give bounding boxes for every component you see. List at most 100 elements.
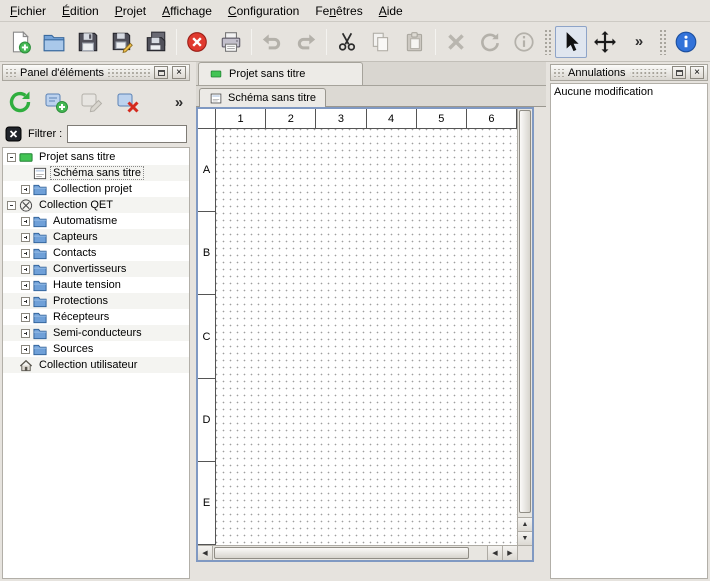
expander-box (21, 265, 30, 274)
float-panel-button[interactable] (154, 66, 168, 79)
expander-plus[interactable] (19, 281, 32, 290)
delete-button[interactable] (440, 26, 472, 58)
filter-input[interactable] (67, 125, 187, 143)
save-all-button[interactable] (140, 26, 172, 58)
cut-button[interactable] (331, 26, 363, 58)
expander-plus[interactable] (19, 249, 32, 258)
toolbar-overflow-button[interactable]: » (623, 26, 655, 58)
rotate-button[interactable] (474, 26, 506, 58)
tree-item-capteurs[interactable]: Capteurs (3, 229, 189, 245)
scroll-left-button[interactable]: ◀ (198, 546, 213, 560)
panel-overflow-button[interactable]: » (170, 86, 188, 118)
expander-plus[interactable] (19, 233, 32, 242)
tab-project[interactable]: Projet sans titre (198, 62, 363, 85)
schema-canvas[interactable] (216, 129, 517, 545)
folder-blue-icon (32, 310, 48, 325)
expander-plus[interactable] (19, 217, 32, 226)
toolbar-grip[interactable] (544, 29, 551, 55)
horizontal-scrollbar-thumb[interactable] (214, 547, 469, 559)
scroll-down-button[interactable]: ▼ (518, 531, 532, 545)
print-button[interactable] (215, 26, 247, 58)
expander-plus[interactable] (19, 297, 32, 306)
clear-filter-button[interactable] (5, 125, 23, 143)
expander-box (7, 201, 16, 210)
horizontal-scrollbar[interactable]: ◀ ◀ ▶ (198, 545, 517, 560)
vertical-scrollbar-thumb[interactable] (519, 110, 531, 513)
dock-grip[interactable] (108, 69, 150, 77)
tree-item-automatisme[interactable]: Automatisme (3, 213, 189, 229)
tree-item-schema-sans-titre[interactable]: Schéma sans titre (3, 165, 189, 181)
column-ruler: 123456 (216, 109, 517, 129)
element-info-button[interactable] (508, 26, 540, 58)
tree-item-haute-tension[interactable]: Haute tension (3, 277, 189, 293)
pan-mode-button[interactable] (589, 26, 621, 58)
undo-panel: Annulations × Aucune modification (548, 62, 710, 581)
expander-box (21, 217, 30, 226)
tree-item-projet-sans-titre[interactable]: Projet sans titre (3, 149, 189, 165)
tree-item-contacts[interactable]: Contacts (3, 245, 189, 261)
edit-element-button[interactable] (76, 86, 108, 118)
menu-item-projet[interactable]: Projet (107, 1, 154, 21)
scroll-right-button[interactable]: ▶ (502, 546, 517, 560)
folder-blue-icon (32, 182, 48, 197)
menu-item-aide[interactable]: Aide (371, 1, 411, 21)
redo-button[interactable] (290, 26, 322, 58)
vertical-scrollbar[interactable]: ▲ ▼ (517, 109, 532, 545)
tree-item-sources[interactable]: Sources (3, 341, 189, 357)
dock-grip[interactable] (630, 69, 669, 77)
tree-item-collection-qet[interactable]: Collection QET (3, 197, 189, 213)
copy-button[interactable] (365, 26, 397, 58)
folder-blue-icon (32, 230, 48, 245)
undo-panel-title: Annulations (568, 67, 626, 79)
expander-plus[interactable] (19, 345, 32, 354)
toolbar-group (4, 26, 172, 58)
expander-box (21, 281, 30, 290)
menu-item-affichage[interactable]: Affichage (154, 1, 220, 21)
scrollbar-corner (517, 545, 532, 560)
tree-item-collection-utilisateur[interactable]: Collection utilisateur (3, 357, 189, 373)
tree-item-semi-conducteurs[interactable]: Semi-conducteurs (3, 325, 189, 341)
menu-item-edition[interactable]: Édition (54, 1, 107, 21)
menu-item-fichier[interactable]: Fichier (2, 1, 54, 21)
tree-item-collection-projet[interactable]: Collection projet (3, 181, 189, 197)
expander-plus[interactable] (19, 185, 32, 194)
expander-plus[interactable] (19, 313, 32, 322)
select-mode-button[interactable] (555, 26, 587, 58)
undo-history-list[interactable]: Aucune modification (550, 83, 708, 579)
project-tab-label: Projet sans titre (229, 68, 305, 80)
menu-item-fenetres[interactable]: Fenêtres (307, 1, 370, 21)
tab-schema[interactable]: Schéma sans titre (199, 88, 326, 107)
expander-minus[interactable] (5, 201, 18, 210)
toolbar-grip[interactable] (659, 29, 666, 55)
expander-box (21, 329, 30, 338)
reload-collections-button[interactable] (4, 86, 36, 118)
close-file-button[interactable] (181, 26, 213, 58)
scroll-left-button-2[interactable]: ◀ (487, 546, 502, 560)
dock-grip[interactable] (554, 69, 564, 77)
toolbar-group (256, 26, 322, 58)
open-project-button[interactable] (38, 26, 70, 58)
elements-panel-header: Panel d'éléments × (2, 64, 190, 81)
undo-button[interactable] (256, 26, 288, 58)
close-panel-button[interactable]: × (172, 66, 186, 79)
float-panel-button[interactable] (672, 66, 686, 79)
save-as-button[interactable] (106, 26, 138, 58)
tree-item-convertisseurs[interactable]: Convertisseurs (3, 261, 189, 277)
delete-element-button[interactable] (112, 86, 144, 118)
expander-minus[interactable] (5, 153, 18, 162)
save-button[interactable] (72, 26, 104, 58)
float-icon (676, 70, 683, 76)
paste-button[interactable] (399, 26, 431, 58)
tree-item-protections[interactable]: Protections (3, 293, 189, 309)
close-panel-button[interactable]: × (690, 66, 704, 79)
expander-plus[interactable] (19, 265, 32, 274)
about-button[interactable] (670, 26, 702, 58)
scroll-up-button[interactable]: ▲ (518, 517, 532, 531)
folder-blue-icon (32, 294, 48, 309)
menu-item-configuration[interactable]: Configuration (220, 1, 307, 21)
tree-item-recepteurs[interactable]: Récepteurs (3, 309, 189, 325)
new-element-button[interactable] (40, 86, 72, 118)
dock-grip[interactable] (6, 69, 16, 77)
new-project-button[interactable] (4, 26, 36, 58)
expander-plus[interactable] (19, 329, 32, 338)
